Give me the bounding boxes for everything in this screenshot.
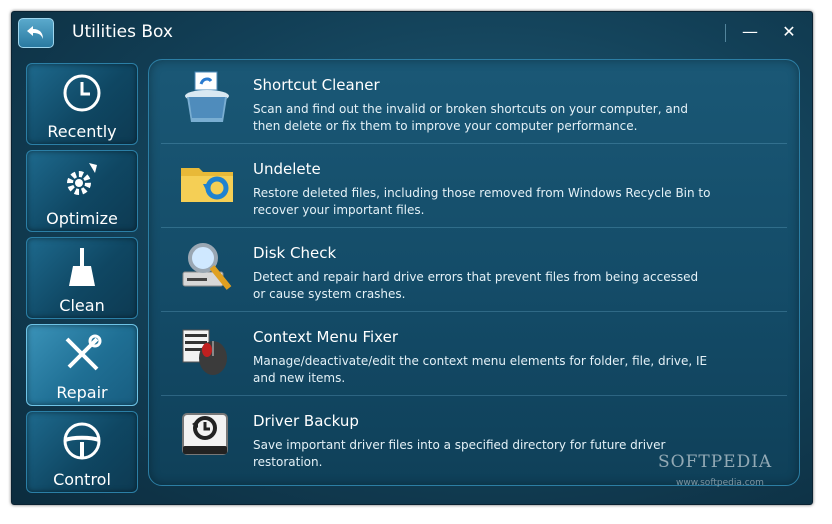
sidebar-item-label: Clean <box>59 296 105 315</box>
back-arrow-icon <box>27 26 43 39</box>
watermark-brand: SOFTPEDIA <box>658 452 773 472</box>
app-title: Utilities Box <box>72 22 173 42</box>
sidebar-item-label: Repair <box>56 383 108 402</box>
back-button[interactable] <box>18 18 54 48</box>
tool-title: Undelete <box>253 160 321 178</box>
sidebar-item-label: Recently <box>47 122 117 141</box>
tool-description: Manage/deactivate/edit the context menu … <box>253 354 708 385</box>
disk-magnifier-icon <box>182 243 232 290</box>
tool-undelete[interactable]: Undelete Restore deleted files, includin… <box>149 144 799 228</box>
tool-shortcut-cleaner[interactable]: Shortcut Cleaner Scan and find out the i… <box>149 60 799 144</box>
sidebar-item-clean[interactable]: Clean <box>26 237 138 319</box>
drive-backup-icon <box>182 413 228 455</box>
tool-description: Restore deleted files, including those r… <box>253 186 711 217</box>
wrench-screwdriver-icon <box>65 334 102 371</box>
titlebar-separator <box>725 24 726 42</box>
broom-icon <box>69 248 95 286</box>
shortcut-bin-icon <box>185 71 229 122</box>
titlebar: Utilities Box — ✕ <box>12 12 812 56</box>
tool-context-menu-fixer[interactable]: Context Menu Fixer Manage/deactivate/edi… <box>149 312 799 396</box>
close-button[interactable]: ✕ <box>777 21 801 45</box>
tool-title: Context Menu Fixer <box>253 328 398 346</box>
mouse-menu-icon <box>182 329 227 375</box>
sidebar-item-control[interactable]: Control <box>26 411 138 493</box>
utilities-box-window: Utilities Box — ✕ Recently Optimize Clea… <box>11 11 813 505</box>
tool-title: Shortcut Cleaner <box>253 76 380 94</box>
sidebar-item-optimize[interactable]: Optimize <box>26 150 138 232</box>
minimize-button[interactable]: — <box>738 21 762 45</box>
tool-title: Driver Backup <box>253 412 359 430</box>
sidebar-item-label: Optimize <box>46 209 118 228</box>
steering-wheel-icon <box>63 422 101 460</box>
folder-restore-icon <box>181 168 233 202</box>
sidebar: Recently Optimize Clean Repair Control <box>26 63 138 498</box>
tool-description: Detect and repair hard drive errors that… <box>253 270 699 301</box>
tool-description: Scan and find out the invalid or broken … <box>253 102 688 133</box>
sidebar-item-repair[interactable]: Repair <box>26 324 138 406</box>
watermark-url: www.softpedia.com <box>676 478 764 488</box>
gear-rocket-icon <box>67 163 97 195</box>
tools-panel: Shortcut Cleaner Scan and find out the i… <box>148 59 800 486</box>
tool-disk-check[interactable]: Disk Check Detect and repair hard drive … <box>149 228 799 312</box>
sidebar-item-recently[interactable]: Recently <box>26 63 138 145</box>
sidebar-item-label: Control <box>53 470 111 489</box>
tool-description: Save important driver files into a speci… <box>253 438 666 469</box>
clock-icon <box>63 74 101 112</box>
tool-title: Disk Check <box>253 244 337 262</box>
